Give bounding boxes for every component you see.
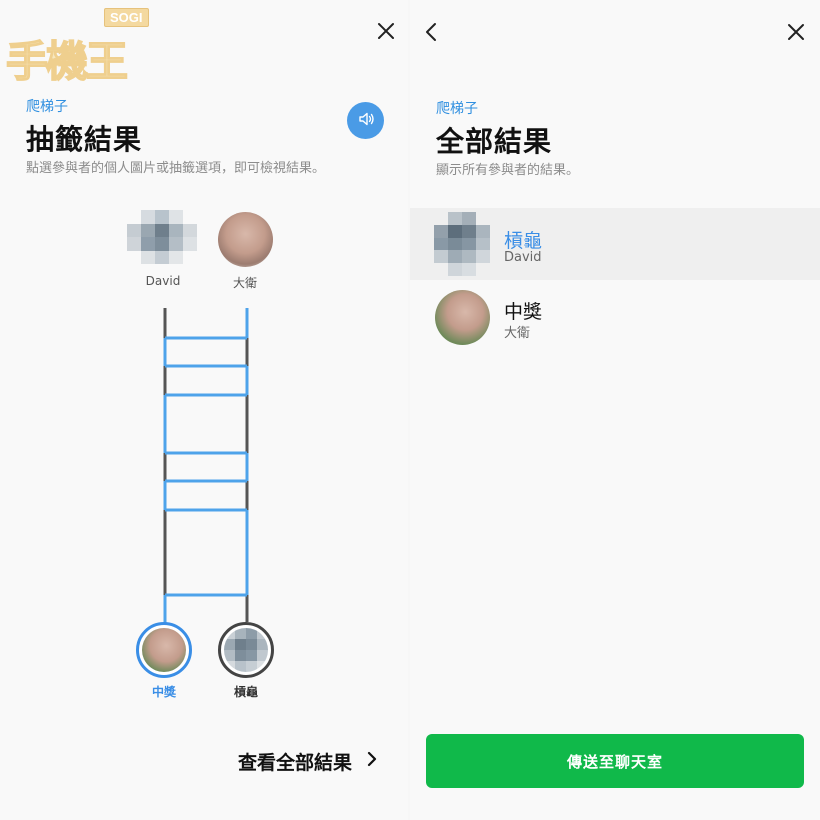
close-icon[interactable] xyxy=(782,18,810,46)
row-result-label: 中獎 xyxy=(504,301,543,323)
ladder-result-panel: SOGI 手機王 爬梯子 抽籤結果 點選參與者的個人圖片或抽籤選項，即可檢視結果… xyxy=(0,0,408,820)
result-avatar-lose[interactable] xyxy=(218,622,274,678)
result-label-lose: 槓龜 xyxy=(233,685,258,699)
page-title: 全部結果 xyxy=(436,125,553,158)
avatar xyxy=(435,290,490,345)
ladder-path-highlight xyxy=(163,308,249,625)
page-description: 顯示所有參與者的結果。 xyxy=(436,163,580,178)
view-all-results-label: 查看全部結果 xyxy=(238,752,353,774)
all-results-panel: 爬梯子 全部結果 顯示所有參與者的結果。 槓龜 David 中獎 大衛 傳送至聊… xyxy=(410,0,820,820)
back-icon[interactable] xyxy=(418,18,446,46)
result-row[interactable]: 槓龜 David xyxy=(410,208,820,280)
game-type-label: 爬梯子 xyxy=(436,101,478,117)
result-row[interactable]: 中獎 大衛 xyxy=(410,281,820,353)
result-avatar-win[interactable] xyxy=(136,622,192,678)
row-result-label: 槓龜 xyxy=(504,230,543,252)
row-participant-name: David xyxy=(504,250,542,265)
send-to-chat-button[interactable]: 傳送至聊天室 xyxy=(426,734,804,788)
avatar xyxy=(434,212,490,276)
row-participant-name: 大衛 xyxy=(504,326,531,341)
result-label-win: 中獎 xyxy=(151,685,176,699)
view-all-results-link[interactable]: 查看全部結果 xyxy=(238,748,378,775)
chevron-right-icon xyxy=(366,750,378,773)
